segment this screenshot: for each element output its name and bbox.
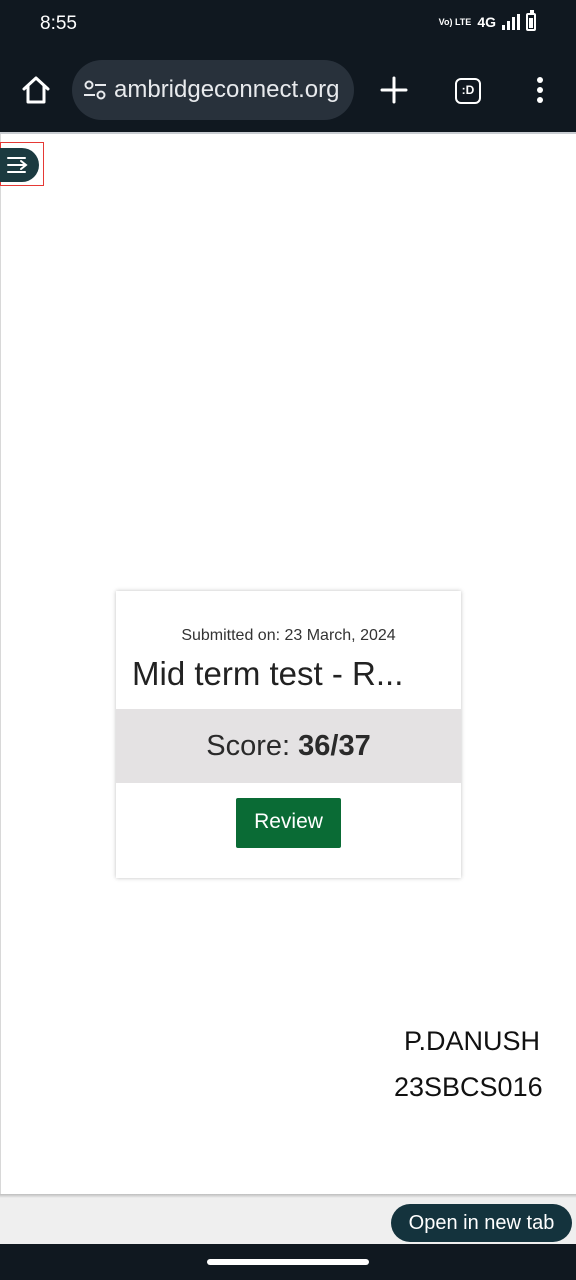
menu-arrow-icon [7, 157, 28, 173]
network-type: 4G [477, 14, 496, 30]
score-label: Score: [206, 730, 299, 762]
status-bar: 8:55 Vo) LTE 4G [0, 0, 576, 48]
test-result-card: Submitted on: 23 March, 2024 Mid term te… [116, 591, 461, 878]
status-icons: Vo) LTE 4G [438, 10, 536, 31]
system-nav-bar [0, 1244, 576, 1280]
browser-toolbar: ambridgeconnect.org :D [0, 48, 576, 132]
page-divider [0, 132, 576, 134]
address-bar[interactable]: ambridgeconnect.org [72, 60, 354, 120]
status-time: 8:55 [40, 13, 77, 34]
home-icon[interactable] [18, 72, 54, 108]
student-id: 23SBCS016 [394, 1072, 543, 1102]
test-title: Mid term test - R... [132, 655, 404, 692]
plus-icon[interactable] [376, 72, 412, 108]
signal-icon [502, 14, 520, 30]
battery-icon [526, 10, 536, 31]
sidebar-toggle-button[interactable] [0, 142, 44, 186]
tabs-icon[interactable]: :D [455, 78, 481, 104]
score-band: Score: 36/37 [116, 709, 461, 783]
url-text[interactable]: ambridgeconnect.org [114, 76, 339, 104]
score-value: 36/37 [298, 730, 371, 762]
submitted-date: Submitted on: 23 March, 2024 [181, 627, 396, 644]
review-button[interactable]: Review [236, 798, 341, 848]
student-name: P.DANUSH [404, 1026, 541, 1056]
bottom-bar: Open in new tab [0, 1198, 576, 1244]
site-settings-icon[interactable] [82, 77, 108, 103]
open-in-new-tab-button[interactable]: Open in new tab [391, 1204, 572, 1242]
home-indicator[interactable] [207, 1259, 369, 1265]
more-vert-icon[interactable] [528, 74, 552, 106]
volte-icon: Vo) LTE [438, 16, 472, 27]
